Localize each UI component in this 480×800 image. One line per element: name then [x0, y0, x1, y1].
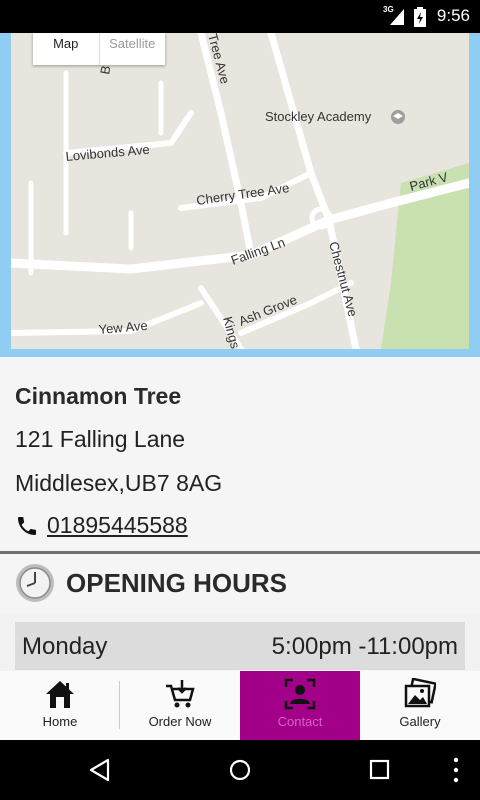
- address-line-1: 121 Falling Lane: [15, 426, 186, 452]
- phone-row: 01895445588: [15, 512, 188, 539]
- map-label-stockley: Stockley Academy: [265, 109, 372, 124]
- phone-icon: [18, 516, 36, 535]
- home-icon: [46, 681, 74, 708]
- status-bar: 3G 9:56: [0, 0, 480, 33]
- map-label-b: B: [97, 64, 113, 75]
- bottom-nav: Home Order Now Contact Gallery: [0, 671, 480, 740]
- phone-link[interactable]: 01895445588: [47, 512, 188, 539]
- nav-contact[interactable]: Contact: [240, 671, 360, 740]
- nav-home[interactable]: Home: [0, 671, 120, 740]
- map-label-yew-ave: Yew Ave: [98, 318, 148, 337]
- hours-day: Monday: [22, 633, 108, 660]
- nav-home-label: Home: [42, 714, 78, 729]
- battery-icon: [414, 7, 426, 27]
- nav-gallery[interactable]: Gallery: [360, 671, 480, 740]
- restaurant-name: Cinnamon Tree: [15, 383, 182, 409]
- map-frame: Tree Ave B Stockley Academy Lovibonds Av…: [0, 33, 480, 357]
- hours-row: Monday 5:00pm -11:00pm: [15, 622, 465, 670]
- signal-icon: [390, 9, 404, 25]
- overflow-menu-icon[interactable]: [452, 757, 460, 783]
- nav-contact-label: Contact: [277, 714, 323, 729]
- back-icon[interactable]: [88, 758, 112, 782]
- gallery-icon: [404, 678, 436, 708]
- cart-icon: [166, 680, 195, 708]
- map-label-chestnut: Chestnut Ave: [326, 240, 360, 318]
- clock-icon: [16, 564, 54, 602]
- address-line-2: Middlesex,UB7 8AG: [15, 470, 223, 496]
- nav-order-now[interactable]: Order Now: [120, 671, 240, 740]
- map-toggle-map[interactable]: Map: [33, 33, 99, 65]
- system-nav-bar: [0, 740, 480, 800]
- restaurant-info: Cinnamon Tree 121 Falling Lane Middlesex…: [0, 357, 480, 549]
- nav-gallery-label: Gallery: [399, 714, 441, 729]
- opening-hours-header: OPENING HOURS: [0, 554, 480, 614]
- nav-order-label: Order Now: [148, 714, 212, 729]
- map-label-lovibonds: Lovibonds Ave: [65, 142, 150, 164]
- contact-icon: [284, 678, 316, 710]
- recents-icon[interactable]: [369, 759, 391, 781]
- status-time: 9:56: [436, 6, 470, 25]
- map-roads: Tree Ave B Stockley Academy Lovibonds Av…: [11, 33, 469, 349]
- map-type-toggle: Map Satellite: [33, 33, 165, 65]
- map-view[interactable]: Tree Ave B Stockley Academy Lovibonds Av…: [11, 33, 469, 349]
- school-icon: [391, 110, 405, 124]
- hours-time: 5:00pm -11:00pm: [271, 633, 458, 660]
- map-toggle-satellite[interactable]: Satellite: [98, 33, 166, 65]
- home-circle-icon[interactable]: [228, 758, 252, 782]
- map-label-falling-ln: Falling Ln: [229, 234, 287, 267]
- opening-hours-title: OPENING HOURS: [66, 568, 288, 598]
